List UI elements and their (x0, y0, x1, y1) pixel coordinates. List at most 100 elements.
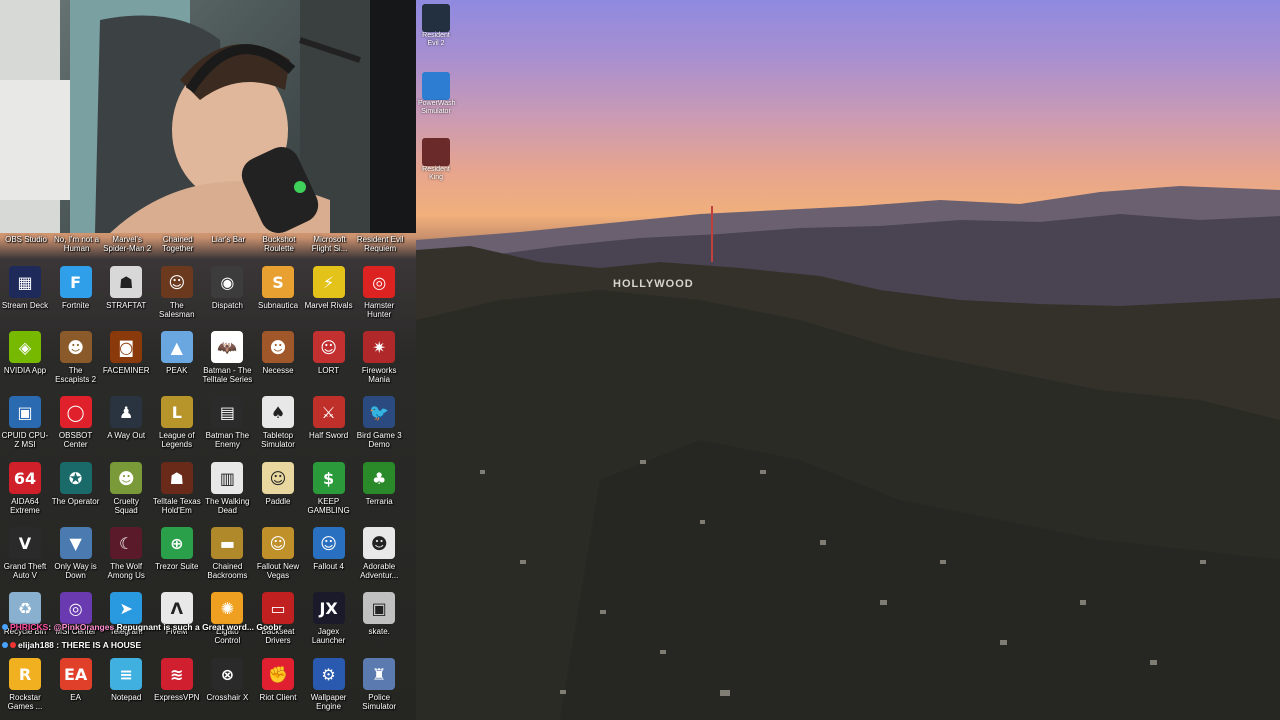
desktop-shortcut[interactable]: ▣ skate. (354, 592, 404, 636)
desktop-shortcut[interactable]: ♟ A Way Out (101, 396, 151, 440)
desktop-shortcut-label[interactable]: Microsoft Flight Si... (304, 235, 356, 253)
desktop-shortcut-label: Resident King (422, 166, 450, 181)
desktop-shortcut-label: ExpressVPN (154, 693, 200, 702)
desktop-shortcut[interactable]: ◯ OBSBOT Center (51, 396, 101, 449)
desktop-shortcut[interactable]: ☺ Fallout New Vegas (253, 527, 303, 580)
desktop-shortcut-label: Only Way is Down (54, 562, 97, 580)
desktop-shortcut[interactable]: ☻ Necesse (253, 331, 303, 375)
desktop-shortcut-label: The Wolf Among Us (107, 562, 145, 580)
desktop-shortcut[interactable]: 64 AIDA64 Extreme (0, 462, 50, 515)
desktop-shortcut[interactable]: F Fortnite (51, 266, 101, 310)
desktop-shortcut[interactable]: ▤ Batman The Enemy (202, 396, 252, 449)
desktop-shortcut[interactable]: ☗ Telltale Texas Hold'Em (152, 462, 202, 515)
desktop-shortcut[interactable]: L League of Legends (152, 396, 202, 449)
desktop-shortcut-label: FACEMINER (102, 366, 150, 375)
desktop-shortcut-label: Necesse (262, 366, 294, 375)
desktop-shortcut[interactable]: ≡ Notepad (101, 658, 151, 702)
desktop-shortcut-label[interactable]: Chained Together (152, 235, 204, 253)
desktop-shortcut-partial[interactable]: PowerWash Simulator (418, 72, 455, 116)
desktop-shortcut[interactable]: ✺ Elgato Control (202, 592, 252, 645)
desktop-shortcut[interactable]: $ KEEP GAMBLING (304, 462, 354, 515)
escapists-icon: ☻ (59, 331, 92, 363)
desktop-shortcut[interactable]: ◉ Dispatch (202, 266, 252, 310)
desktop-shortcut[interactable]: 🦇 Batman - The Telltale Series (202, 331, 252, 384)
fallout-nv-icon: ☺ (262, 527, 294, 559)
desktop-shortcut-label: League of Legends (159, 431, 195, 449)
chat-username: elijah188 (18, 640, 54, 650)
desktop-shortcut[interactable]: ♣ Terraria (354, 462, 404, 506)
desktop-shortcut-partial[interactable]: Resident Evil 2 (418, 4, 454, 48)
desktop-shortcut-label: Hamster Hunter (364, 301, 395, 319)
desktop-shortcut-label: Adorable Adventur... (360, 562, 399, 580)
cruelty-squad-icon: ☻ (110, 462, 143, 494)
marvel-rivals-icon: ⚡ (312, 266, 345, 298)
desktop-shortcut[interactable]: EA EA (51, 658, 101, 702)
a-way-out-icon: ♟ (110, 396, 143, 428)
desktop-shortcut-label: Notepad (111, 693, 142, 702)
desktop-shortcut[interactable]: V Grand Theft Auto V (0, 527, 50, 580)
desktop-shortcut[interactable]: ≋ ExpressVPN (152, 658, 202, 702)
desktop-shortcut[interactable]: ✪ The Operator (51, 462, 101, 506)
wallpaper-engine-icon: ⚙ (312, 658, 345, 690)
fallout4-icon: ☺ (312, 527, 345, 559)
desktop-shortcut[interactable]: ☺ Paddle (253, 462, 303, 506)
desktop-shortcut[interactable]: ☺ LORT (304, 331, 354, 375)
desktop-shortcut-label[interactable]: OBS Studio (0, 235, 52, 244)
desktop-shortcut[interactable]: 🐦 Bird Game 3 Demo (354, 396, 404, 449)
desktop-shortcut[interactable]: ☻ The Escapists 2 (51, 331, 101, 384)
desktop-shortcut[interactable]: ◙ FACEMINER (101, 331, 151, 375)
elgato-icon: ✺ (211, 592, 244, 624)
desktop-shortcut[interactable]: ⊗ Crosshair X (202, 658, 252, 702)
desktop-shortcut-label: Resident Evil 2 (422, 32, 450, 47)
desktop-shortcut[interactable]: ⚙ Wallpaper Engine (304, 658, 354, 711)
desktop-shortcut-label[interactable]: Resident Evil Requiem (354, 235, 406, 253)
desktop-shortcut[interactable]: ☻ Cruelty Squad (101, 462, 151, 515)
only-way-down-icon: ▼ (59, 527, 92, 559)
desktop-shortcut[interactable]: ▦ Stream Deck (0, 266, 50, 310)
rockstar-icon: R (9, 658, 41, 690)
desktop-shortcut[interactable]: ▬ Chained Backrooms (202, 527, 252, 580)
desktop-shortcut-label[interactable]: No, I'm not a Human (51, 235, 103, 253)
desktop-shortcut[interactable]: ▲ PEAK (152, 331, 202, 375)
fireworks-mania-icon: ✷ (363, 331, 396, 363)
desktop-shortcut[interactable]: ☺ Fallout 4 (304, 527, 354, 571)
crosshair-x-icon: ⊗ (211, 658, 244, 690)
desktop-shortcut[interactable]: ◈ NVIDIA App (0, 331, 50, 375)
desktop-shortcut[interactable]: JX Jagex Launcher (304, 592, 354, 645)
badge-icon (10, 642, 16, 648)
desktop-shortcut[interactable]: ✊ Riot Client (253, 658, 303, 702)
desktop-shortcut[interactable]: R Rockstar Games ... (0, 658, 50, 711)
batman-telltale-icon: 🦇 (211, 331, 244, 363)
desktop-shortcut[interactable]: ◎ Hamster Hunter (354, 266, 404, 319)
desktop-shortcut[interactable]: ▥ The Walking Dead (202, 462, 252, 515)
desktop-shortcut-label: LORT (317, 366, 340, 375)
fivem-icon: Λ (160, 592, 193, 624)
cpuz-icon: ▣ (9, 396, 41, 428)
msi-center-icon: ◎ (59, 592, 92, 624)
desktop-shortcut[interactable]: ▭ Backseat Drivers (253, 592, 303, 645)
hollywood-sign: HOLLYWOOD (613, 278, 694, 290)
desktop-shortcut-label: AIDA64 Extreme (10, 497, 40, 515)
desktop-shortcut-partial[interactable]: Resident King (418, 138, 454, 182)
desktop-shortcut[interactable]: ♠ Tabletop Simulator (253, 396, 303, 449)
desktop-shortcut[interactable]: S Subnautica (253, 266, 303, 310)
desktop-shortcut[interactable]: ☾ The Wolf Among Us (101, 527, 151, 580)
desktop-shortcut[interactable]: ▼ Only Way is Down (51, 527, 101, 580)
desktop-shortcut[interactable]: ⚔ Half Sword (304, 396, 354, 440)
desktop-shortcut-label: The Operator (51, 497, 100, 506)
desktop-shortcut[interactable]: ⊕ Trezor Suite (152, 527, 202, 571)
desktop-shortcut[interactable]: ⚡ Marvel Rivals (304, 266, 354, 310)
desktop-shortcut[interactable]: ▣ CPUID CPU-Z MSI (0, 396, 50, 449)
app-icon (422, 72, 450, 100)
desktop-shortcut-label[interactable]: Liar's Bar (202, 235, 254, 244)
desktop-shortcut[interactable]: ☻ Adorable Adventur... (354, 527, 404, 580)
desktop-shortcut[interactable]: ☺ The Salesman (152, 266, 202, 319)
desktop-shortcut-label[interactable]: Marvel's Spider-Man 2 (101, 235, 153, 253)
desktop-shortcut[interactable]: ☗ STRAFTAT (101, 266, 151, 310)
desktop-shortcut[interactable]: ✷ Fireworks Mania (354, 331, 404, 384)
badge-icon (2, 642, 8, 648)
desktop-shortcut-label[interactable]: Buckshot Roulette (253, 235, 305, 253)
desktop-shortcut-label: Fortnite (62, 301, 90, 310)
desktop-shortcut[interactable]: ♜ Police Simulator (354, 658, 404, 711)
league-of-legends-icon: L (160, 396, 193, 428)
